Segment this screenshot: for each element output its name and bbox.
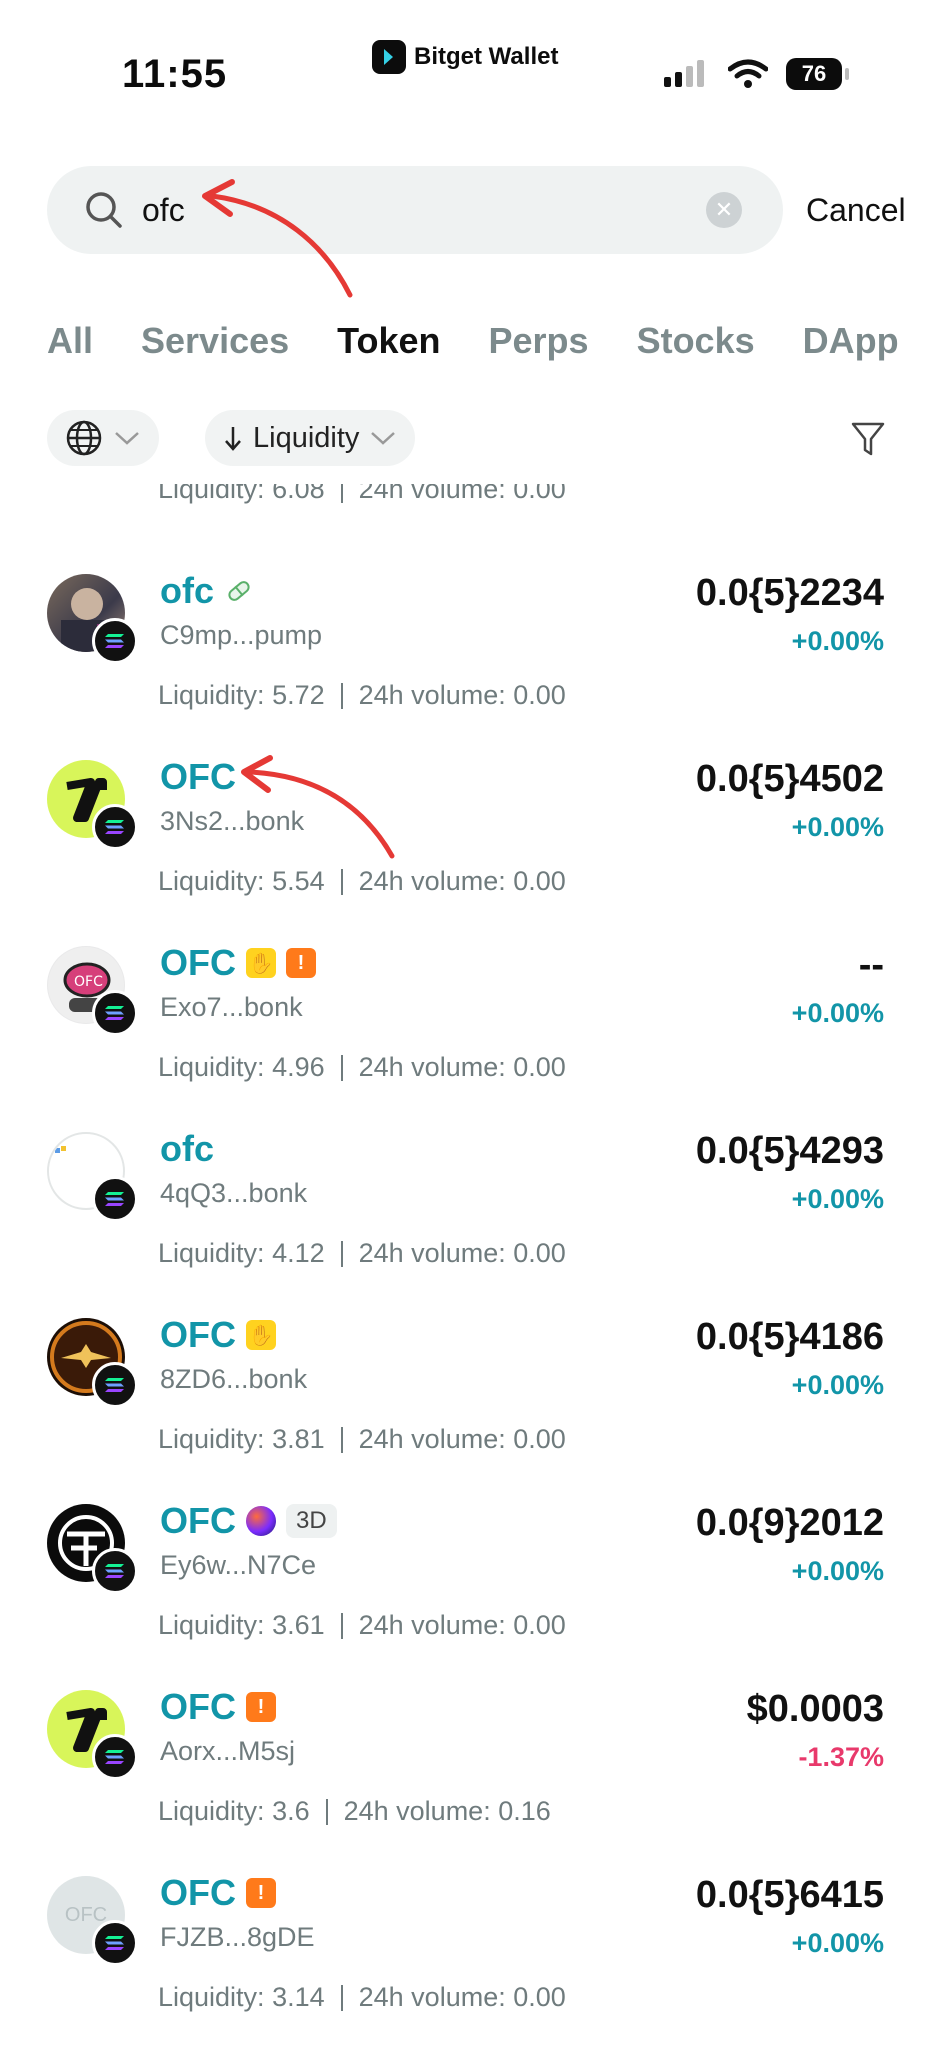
- annotation-arrow-search: [202, 179, 353, 298]
- annotation-arrows: [202, 179, 395, 859]
- annotation-arrow-token: [241, 755, 395, 859]
